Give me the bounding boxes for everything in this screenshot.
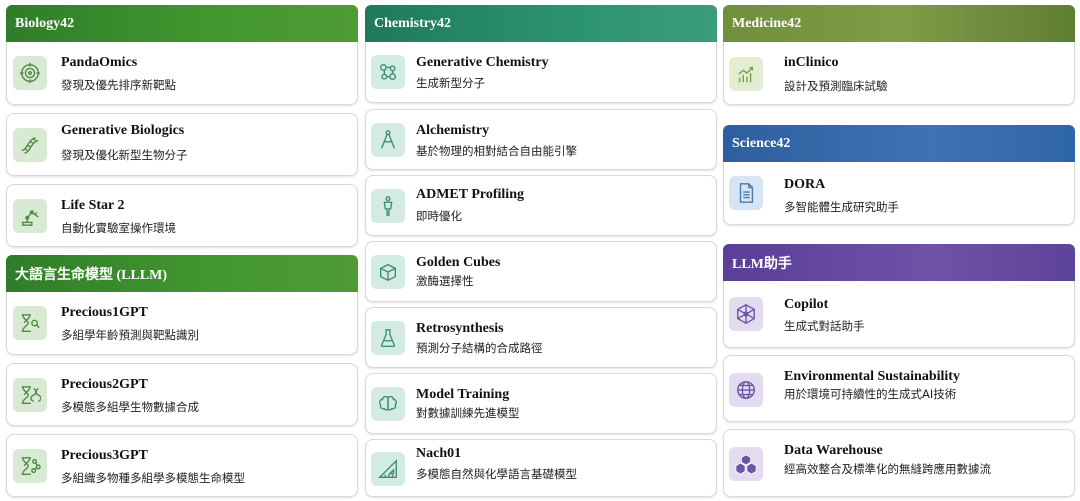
cube-icon bbox=[371, 255, 405, 289]
medicine-header: Medicine42 bbox=[723, 5, 1075, 42]
chemistry-item-retrosynthesis[interactable]: Retrosynthesis 預測分子結構的合成路徑 bbox=[365, 307, 717, 368]
biology-item-generative-biologics[interactable]: Generative Biologics 發現及優化新型生物分子 bbox=[6, 113, 358, 176]
biology-header: Biology42 bbox=[6, 5, 358, 42]
llm-right-header: LLM助手 bbox=[723, 244, 1075, 281]
item-title: inClinico bbox=[784, 55, 839, 70]
item-subtitle: 多模態多組學生物數據合成 bbox=[61, 400, 199, 414]
item-subtitle: 多組學年齡預測與靶點識別 bbox=[61, 328, 199, 342]
molecule-icon bbox=[371, 55, 405, 89]
item-title: Model Training bbox=[416, 387, 510, 402]
compass-icon bbox=[371, 123, 405, 157]
item-subtitle: 設計及預測臨床試驗 bbox=[784, 79, 888, 93]
item-title: PandaOmics bbox=[61, 55, 138, 70]
chemistry-item-golden-cubes[interactable]: Golden Cubes 激酶選擇性 bbox=[365, 241, 717, 302]
llm-right-header-label: LLM助手 bbox=[732, 256, 792, 272]
robot-arm-icon bbox=[13, 199, 47, 233]
dna-icon bbox=[13, 128, 47, 162]
document-icon bbox=[729, 176, 763, 210]
item-title: Golden Cubes bbox=[416, 255, 501, 270]
human-body-icon bbox=[371, 189, 405, 223]
item-title: Nach01 bbox=[416, 446, 462, 461]
item-title: Precious2GPT bbox=[61, 377, 148, 392]
biology-item-pandaomics[interactable]: PandaOmics 發現及優先排序新靶點 bbox=[6, 42, 358, 105]
science-header: Science42 bbox=[723, 125, 1075, 162]
medicine-header-label: Medicine42 bbox=[732, 15, 802, 31]
item-subtitle: 預測分子結構的合成路徑 bbox=[416, 341, 543, 355]
cubes-icon bbox=[729, 447, 763, 481]
bar-chart-icon bbox=[729, 57, 763, 91]
item-subtitle: 生成式對話助手 bbox=[784, 319, 865, 333]
item-title: Precious3GPT bbox=[61, 448, 148, 463]
item-subtitle: 多模態自然與化學語言基礎模型 bbox=[416, 467, 577, 481]
item-subtitle: 用於環境可持續性的生成式AI技術 bbox=[784, 387, 957, 401]
chemistry-item-alchemistry[interactable]: Alchemistry 基於物理的相對結合自由能引擎 bbox=[365, 109, 717, 170]
llm-item-precious3gpt[interactable]: Precious3GPT 多組織多物種多組學多模態生命模型 bbox=[6, 434, 358, 497]
network-icon bbox=[729, 297, 763, 331]
item-title: Life Star 2 bbox=[61, 198, 125, 213]
chemistry-header: Chemistry42 bbox=[365, 5, 717, 42]
hourglass-search-icon bbox=[13, 306, 47, 340]
chemistry-item-model-training[interactable]: Model Training 對數據訓練先進模型 bbox=[365, 373, 717, 434]
science-item-dora[interactable]: DORA 多智能體生成研究助手 bbox=[723, 162, 1075, 225]
target-icon bbox=[13, 56, 47, 90]
chemistry-item-admet-profiling[interactable]: ADMET Profiling 即時優化 bbox=[365, 175, 717, 236]
item-subtitle: 激酶選擇性 bbox=[416, 274, 474, 288]
llm-item-precious1gpt[interactable]: Precious1GPT 多組學年齡預測與靶點識別 bbox=[6, 292, 358, 355]
item-subtitle: 多智能體生成研究助手 bbox=[784, 200, 899, 214]
item-subtitle: 發現及優化新型生物分子 bbox=[61, 148, 188, 162]
assistant-item-copilot[interactable]: Copilot 生成式對話助手 bbox=[723, 281, 1075, 348]
item-title: Alchemistry bbox=[416, 123, 490, 138]
item-title: Environmental Sustainability bbox=[784, 369, 960, 384]
llm-left-header: 大語言生命模型 (LLLM) bbox=[6, 255, 358, 292]
item-title: DORA bbox=[784, 177, 826, 192]
assistant-item-environmental-sustainability[interactable]: Environmental Sustainability 用於環境可持續性的生成… bbox=[723, 355, 1075, 422]
chemistry-item-nach01[interactable]: Nach01 多模態自然與化學語言基礎模型 bbox=[365, 439, 717, 497]
globe-icon bbox=[729, 373, 763, 407]
biology-item-life-star-2[interactable]: Life Star 2 自動化實驗室操作環境 bbox=[6, 184, 358, 247]
item-title: ADMET Profiling bbox=[416, 187, 524, 202]
item-subtitle: 發現及優先排序新靶點 bbox=[61, 78, 176, 92]
item-subtitle: 多組織多物種多組學多模態生命模型 bbox=[61, 471, 245, 485]
medicine-item-inclinico[interactable]: inClinico 設計及預測臨床試驗 bbox=[723, 42, 1075, 105]
item-title: Retrosynthesis bbox=[416, 321, 504, 336]
assistant-item-data-warehouse[interactable]: Data Warehouse 經高效整合及標準化的無縫跨應用數據流 bbox=[723, 429, 1075, 497]
item-title: Generative Chemistry bbox=[416, 55, 549, 70]
chemistry-header-label: Chemistry42 bbox=[374, 15, 451, 31]
item-title: Data Warehouse bbox=[784, 443, 883, 458]
item-title: Precious1GPT bbox=[61, 305, 148, 320]
hourglass-molecule-icon bbox=[13, 449, 47, 483]
item-subtitle: 經高效整合及標準化的無縫跨應用數據流 bbox=[784, 462, 991, 476]
beaker-icon bbox=[371, 321, 405, 355]
chemistry-item-generative-chemistry[interactable]: Generative Chemistry 生成新型分子 bbox=[365, 42, 717, 103]
item-subtitle: 生成新型分子 bbox=[416, 76, 485, 90]
item-title: Copilot bbox=[784, 297, 829, 312]
item-subtitle: 對數據訓練先進模型 bbox=[416, 406, 520, 420]
item-subtitle: 基於物理的相對結合自由能引擎 bbox=[416, 144, 577, 158]
science-header-label: Science42 bbox=[732, 135, 791, 151]
item-subtitle: 自動化實驗室操作環境 bbox=[61, 221, 176, 235]
llm-item-precious2gpt[interactable]: Precious2GPT 多模態多組學生物數據合成 bbox=[6, 363, 358, 426]
ruler-triangle-icon bbox=[371, 452, 405, 486]
brain-icon bbox=[371, 387, 405, 421]
item-subtitle: 即時優化 bbox=[416, 209, 462, 223]
item-title: Generative Biologics bbox=[61, 123, 185, 138]
hourglass-dna-icon bbox=[13, 378, 47, 412]
biology-header-label: Biology42 bbox=[15, 15, 75, 31]
llm-left-header-label: 大語言生命模型 (LLLM) bbox=[15, 267, 168, 283]
